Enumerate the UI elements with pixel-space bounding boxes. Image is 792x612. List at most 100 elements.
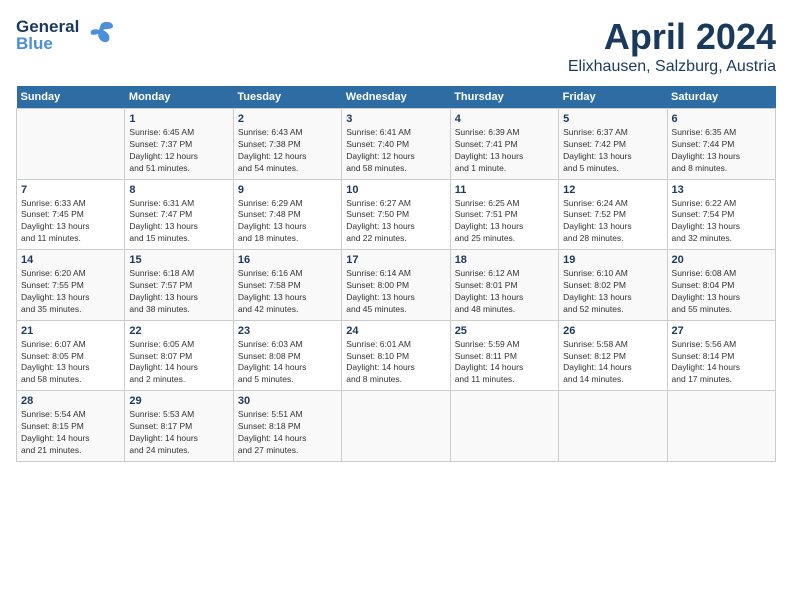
day-info: Sunrise: 6:29 AM Sunset: 7:48 PM Dayligh… xyxy=(238,198,337,246)
logo: General Blue xyxy=(16,16,117,53)
col-header-monday: Monday xyxy=(125,86,233,109)
header-row: SundayMondayTuesdayWednesdayThursdayFrid… xyxy=(17,86,776,109)
calendar-cell: 8Sunrise: 6:31 AM Sunset: 7:47 PM Daylig… xyxy=(125,179,233,250)
logo-blue: Blue xyxy=(16,35,79,52)
day-number: 25 xyxy=(455,325,554,337)
title-block: April 2024 Elixhausen, Salzburg, Austria xyxy=(568,16,776,76)
day-number: 2 xyxy=(238,113,337,125)
calendar-cell: 16Sunrise: 6:16 AM Sunset: 7:58 PM Dayli… xyxy=(233,250,341,321)
calendar-cell: 11 Sunrise: 6:25 AM Sunset: 7:51 PM Dayli… xyxy=(450,179,558,250)
calendar-cell: 4 Sunrise: 6:39 AM Sunset: 7:41 PM Daylig… xyxy=(450,109,558,180)
calendar-cell: 28 Sunrise: 5:54 AM Sunset: 8:15 PM Dayli… xyxy=(17,391,125,462)
day-number: 23 xyxy=(238,325,337,337)
header: General Blue April 2024 Elixhausen, Salz… xyxy=(16,16,776,76)
day-info: Sunrise: 6:37 AM Sunset: 7:42 PM Dayligh… xyxy=(563,127,662,175)
day-info: Sunrise: 6:27 AM Sunset: 7:50 PM Dayligh… xyxy=(346,198,445,246)
col-header-saturday: Saturday xyxy=(667,86,775,109)
day-info: Sunrise: 6:20 AM Sunset: 7:55 PM Dayligh… xyxy=(21,268,120,316)
day-number: 17 xyxy=(346,254,445,266)
day-number: 19 xyxy=(563,254,662,266)
page-container: General Blue April 2024 Elixhausen, Salz… xyxy=(0,0,792,470)
logo-general: General xyxy=(16,18,79,35)
day-number: 28 xyxy=(21,395,120,407)
day-info: Sunrise: 6:41 AM Sunset: 7:40 PM Dayligh… xyxy=(346,127,445,175)
logo-bird-icon xyxy=(85,16,117,53)
day-number: 15 xyxy=(129,254,228,266)
day-number: 30 xyxy=(238,395,337,407)
day-number: 10 xyxy=(346,184,445,196)
day-info: Sunrise: 6:33 AM Sunset: 7:45 PM Dayligh… xyxy=(21,198,120,246)
calendar-cell xyxy=(667,391,775,462)
week-row-5: 28 Sunrise: 5:54 AM Sunset: 8:15 PM Dayli… xyxy=(17,391,776,462)
calendar-cell: 10 Sunrise: 6:27 AM Sunset: 7:50 PM Dayli… xyxy=(342,179,450,250)
day-info: Sunrise: 6:10 AM Sunset: 8:02 PM Dayligh… xyxy=(563,268,662,316)
calendar-cell: 17 Sunrise: 6:14 AM Sunset: 8:00 PM Dayli… xyxy=(342,250,450,321)
calendar-cell: 9 Sunrise: 6:29 AM Sunset: 7:48 PM Daylig… xyxy=(233,179,341,250)
day-info: Sunrise: 6:35 AM Sunset: 7:44 PM Dayligh… xyxy=(672,127,771,175)
day-info: Sunrise: 5:51 AM Sunset: 8:18 PM Dayligh… xyxy=(238,409,337,457)
calendar-cell: 14 Sunrise: 6:20 AM Sunset: 7:55 PM Dayli… xyxy=(17,250,125,321)
day-info: Sunrise: 5:59 AM Sunset: 8:11 PM Dayligh… xyxy=(455,339,554,387)
day-number: 21 xyxy=(21,325,120,337)
calendar-cell xyxy=(559,391,667,462)
day-info: Sunrise: 6:22 AM Sunset: 7:54 PM Dayligh… xyxy=(672,198,771,246)
day-info: Sunrise: 5:54 AM Sunset: 8:15 PM Dayligh… xyxy=(21,409,120,457)
calendar-cell: 30 Sunrise: 5:51 AM Sunset: 8:18 PM Dayli… xyxy=(233,391,341,462)
day-info: Sunrise: 6:12 AM Sunset: 8:01 PM Dayligh… xyxy=(455,268,554,316)
calendar-cell: 15 Sunrise: 6:18 AM Sunset: 7:57 PM Dayli… xyxy=(125,250,233,321)
day-number: 9 xyxy=(238,184,337,196)
calendar-cell: 19 Sunrise: 6:10 AM Sunset: 8:02 PM Dayli… xyxy=(559,250,667,321)
col-header-friday: Friday xyxy=(559,86,667,109)
col-header-wednesday: Wednesday xyxy=(342,86,450,109)
calendar-cell xyxy=(342,391,450,462)
day-number: 29 xyxy=(129,395,228,407)
day-info: Sunrise: 6:07 AM Sunset: 8:05 PM Dayligh… xyxy=(21,339,120,387)
calendar-cell: 24 Sunrise: 6:01 AM Sunset: 8:10 PM Dayli… xyxy=(342,320,450,391)
day-info: Sunrise: 6:18 AM Sunset: 7:57 PM Dayligh… xyxy=(129,268,228,316)
calendar-cell: 29 Sunrise: 5:53 AM Sunset: 8:17 PM Dayli… xyxy=(125,391,233,462)
day-info: Sunrise: 6:16 AM Sunset: 7:58 PM Dayligh… xyxy=(238,268,337,316)
day-info: Sunrise: 6:39 AM Sunset: 7:41 PM Dayligh… xyxy=(455,127,554,175)
day-number: 8 xyxy=(129,184,228,196)
calendar-cell: 21 Sunrise: 6:07 AM Sunset: 8:05 PM Dayli… xyxy=(17,320,125,391)
day-info: Sunrise: 6:25 AM Sunset: 7:51 PM Dayligh… xyxy=(455,198,554,246)
day-number: 12 xyxy=(563,184,662,196)
calendar-cell: 18 Sunrise: 6:12 AM Sunset: 8:01 PM Dayli… xyxy=(450,250,558,321)
calendar-cell: 2 Sunrise: 6:43 AM Sunset: 7:38 PM Daylig… xyxy=(233,109,341,180)
day-info: Sunrise: 6:45 AM Sunset: 7:37 PM Dayligh… xyxy=(129,127,228,175)
day-info: Sunrise: 6:14 AM Sunset: 8:00 PM Dayligh… xyxy=(346,268,445,316)
calendar-cell xyxy=(450,391,558,462)
day-info: Sunrise: 5:58 AM Sunset: 8:12 PM Dayligh… xyxy=(563,339,662,387)
day-number: 3 xyxy=(346,113,445,125)
day-number: 27 xyxy=(672,325,771,337)
day-number: 24 xyxy=(346,325,445,337)
day-info: Sunrise: 6:01 AM Sunset: 8:10 PM Dayligh… xyxy=(346,339,445,387)
day-info: Sunrise: 6:08 AM Sunset: 8:04 PM Dayligh… xyxy=(672,268,771,316)
week-row-3: 14 Sunrise: 6:20 AM Sunset: 7:55 PM Dayli… xyxy=(17,250,776,321)
day-number: 11 xyxy=(455,184,554,196)
day-number: 4 xyxy=(455,113,554,125)
day-info: Sunrise: 5:53 AM Sunset: 8:17 PM Dayligh… xyxy=(129,409,228,457)
day-number: 5 xyxy=(563,113,662,125)
day-number: 22 xyxy=(129,325,228,337)
location-title: Elixhausen, Salzburg, Austria xyxy=(568,58,776,76)
week-row-2: 7Sunrise: 6:33 AM Sunset: 7:45 PM Daylig… xyxy=(17,179,776,250)
calendar-cell: 5 Sunrise: 6:37 AM Sunset: 7:42 PM Daylig… xyxy=(559,109,667,180)
col-header-tuesday: Tuesday xyxy=(233,86,341,109)
month-title: April 2024 xyxy=(568,16,776,58)
day-info: Sunrise: 6:24 AM Sunset: 7:52 PM Dayligh… xyxy=(563,198,662,246)
day-number: 14 xyxy=(21,254,120,266)
day-number: 1 xyxy=(129,113,228,125)
calendar-cell: 13Sunrise: 6:22 AM Sunset: 7:54 PM Dayli… xyxy=(667,179,775,250)
calendar-cell: 22Sunrise: 6:05 AM Sunset: 8:07 PM Dayli… xyxy=(125,320,233,391)
week-row-1: 1 Sunrise: 6:45 AM Sunset: 7:37 PM Daylig… xyxy=(17,109,776,180)
day-info: Sunrise: 5:56 AM Sunset: 8:14 PM Dayligh… xyxy=(672,339,771,387)
day-info: Sunrise: 6:03 AM Sunset: 8:08 PM Dayligh… xyxy=(238,339,337,387)
calendar-cell: 1 Sunrise: 6:45 AM Sunset: 7:37 PM Daylig… xyxy=(125,109,233,180)
calendar-cell: 23 Sunrise: 6:03 AM Sunset: 8:08 PM Dayli… xyxy=(233,320,341,391)
day-number: 18 xyxy=(455,254,554,266)
week-row-4: 21 Sunrise: 6:07 AM Sunset: 8:05 PM Dayli… xyxy=(17,320,776,391)
calendar-cell: 20Sunrise: 6:08 AM Sunset: 8:04 PM Dayli… xyxy=(667,250,775,321)
calendar-cell xyxy=(17,109,125,180)
day-info: Sunrise: 6:43 AM Sunset: 7:38 PM Dayligh… xyxy=(238,127,337,175)
